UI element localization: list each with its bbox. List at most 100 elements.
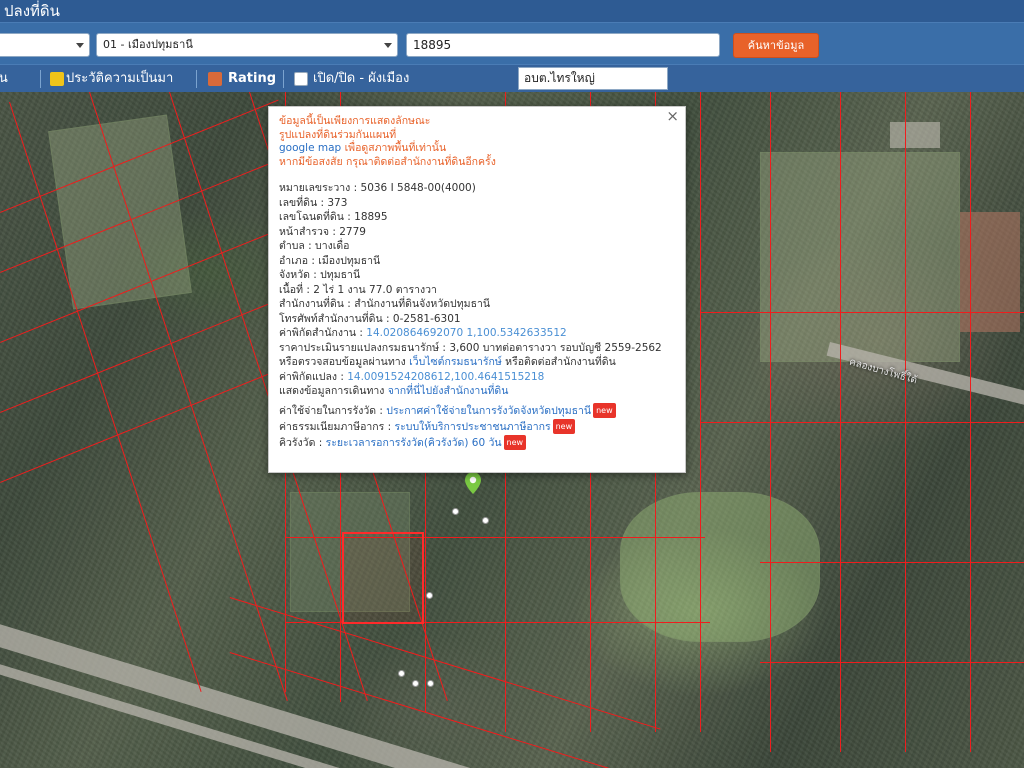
detail-label: จังหวัด : xyxy=(279,269,317,281)
search-button[interactable]: ค้นหาข้อมูล xyxy=(733,33,819,58)
google-map-link[interactable]: google map xyxy=(279,142,341,154)
detail-value: 3,600 บาทต่อตารางวา รอบบัญชี 2559-2562 xyxy=(449,341,662,354)
search-toolbar: 01 - เมืองปทุมธานี 18895 ค้นหาข้อมูล xyxy=(0,22,1024,64)
fee-label: ค่าธรรมเนียมภาษีอากร : xyxy=(279,421,392,433)
parcel-boundary xyxy=(700,312,1024,313)
detail-row: เลขโฉนดที่ดิน : 18895 xyxy=(279,210,679,225)
map-field xyxy=(760,152,960,362)
detail-row: หน้าสำรวจ : 2779 xyxy=(279,225,679,240)
route-link[interactable]: จากที่นี่ไปยังสำนักงานที่ดิน xyxy=(388,385,509,397)
detail-row: ตำบล : บางเดื่อ xyxy=(279,239,679,254)
menu-divider xyxy=(283,70,284,88)
parcel-boundary xyxy=(700,92,701,732)
detail-row-coord-parcel: ค่าพิกัดแปลง : 14.0091524208612,100.4641… xyxy=(279,370,679,385)
detail-label: หมายเลขระวาง : xyxy=(279,182,358,194)
popup-warning: ข้อมูลนี้เป็นเพียงการแสดงลักษณะ รูปแปลงท… xyxy=(279,115,674,169)
detail-label: เนื้อที่ : xyxy=(279,283,310,296)
layer-icon xyxy=(294,72,308,86)
window-title: ปลงที่ดิน xyxy=(0,0,1024,22)
detail-row-coord-office: ค่าพิกัดสำนักงาน : 14.020864692070 1,100… xyxy=(279,326,679,341)
parcel-boundary xyxy=(760,662,1024,663)
fee-link[interactable]: ประกาศค่าใช้จ่ายในการรังวัดจังหวัดปทุมธา… xyxy=(386,405,591,417)
fee-label: ค่าใช้จ่ายในการรังวัด : xyxy=(279,405,383,417)
detail-label: เลขโฉนดที่ดิน : xyxy=(279,211,351,223)
warning-line-0: ข้อมูลนี้เป็นเพียงการแสดงลักษณะ xyxy=(279,115,431,127)
parcel-info-popup: × ข้อมูลนี้เป็นเพียงการแสดงลักษณะ รูปแปล… xyxy=(268,106,686,473)
province-select[interactable] xyxy=(0,33,90,57)
detail-label: อำเภอ : xyxy=(279,254,315,267)
detail-row: สำนักงานที่ดิน : สำนักงานที่ดินจังหวัดปท… xyxy=(279,297,679,312)
parcel-number-input[interactable]: 18895 xyxy=(406,33,720,57)
popup-details: หมายเลขระวาง : 5036 I 5848-00(4000) เลขท… xyxy=(279,181,679,399)
menu-bar: ฉัน ประวัติความเป็นมา Rating เปิด/ปิด - … xyxy=(0,64,1024,92)
tree-icon xyxy=(50,72,64,86)
fee-row: ค่าธรรมเนียมภาษีอากร : ระบบให้บริการประช… xyxy=(279,419,679,435)
warning-line-2: google map เพื่อดูสภาพพื้นที่เท่านั้น xyxy=(279,142,674,156)
application-window: ปลงที่ดิน 01 - เมืองปทุมธานี 18895 ค้นหา… xyxy=(0,0,1024,768)
detail-row: หมายเลขระวาง : 5036 I 5848-00(4000) xyxy=(279,181,679,196)
detail-row-route: แสดงข้อมูลการเดินทาง จากที่นี่ไปยังสำนัก… xyxy=(279,384,679,399)
menu-item-history[interactable]: ประวัติความเป็นมา xyxy=(66,68,173,90)
detail-label: โทรศัพท์สำนักงานที่ดิน : xyxy=(279,312,390,325)
menu-item-zoning[interactable]: เปิด/ปิด - ผังเมือง xyxy=(313,68,409,90)
map-canvas[interactable]: คลองบางโพธิ์ใต้ × ข้อมูลนี้เป็นเพียงการแ… xyxy=(0,92,1024,768)
fee-row: ค่าใช้จ่ายในการรังวัด : ประกาศค่าใช้จ่าย… xyxy=(279,403,679,419)
chevron-down-icon xyxy=(76,43,84,48)
verify-suffix: หรือติดต่อสำนักงานที่ดิน xyxy=(505,356,616,368)
detail-row: เนื้อที่ : 2 ไร่ 1 งาน 77.0 ตารางวา xyxy=(279,283,679,298)
treasury-website-link[interactable]: เว็บไซต์กรมธนารักษ์ xyxy=(409,356,502,368)
detail-label: ค่าพิกัดแปลง : xyxy=(279,370,344,383)
map-building xyxy=(890,122,940,148)
warning-line-2-rest: เพื่อดูสภาพพื้นที่เท่านั้น xyxy=(341,142,447,154)
detail-label: หน้าสำรวจ : xyxy=(279,225,336,238)
detail-row: จังหวัด : ปทุมธานี xyxy=(279,268,679,283)
fee-link[interactable]: ระยะเวลารอการรังวัด(คิวรังวัด) 60 วัน xyxy=(326,437,502,449)
map-vertex xyxy=(426,592,433,599)
new-badge: new xyxy=(552,419,576,434)
detail-label: ตำบล : xyxy=(279,240,312,252)
selected-parcel xyxy=(342,532,424,624)
parcel-boundary xyxy=(700,422,1024,423)
parcel-boundary xyxy=(760,562,1024,563)
fee-link[interactable]: ระบบให้บริการประชาชนภาษีอากร xyxy=(395,421,551,433)
district-select[interactable]: 01 - เมืองปทุมธานี xyxy=(96,33,398,57)
warning-line-3: หากมีข้อสงสัย กรุณาติดต่อสำนักงานที่ดินอ… xyxy=(279,155,496,168)
detail-value: สำนักงานที่ดินจังหวัดปทุมธานี xyxy=(354,298,491,310)
detail-value: 5036 I 5848-00(4000) xyxy=(360,182,476,194)
route-label: แสดงข้อมูลการเดินทาง xyxy=(279,385,385,397)
verify-prefix: หรือตรวจสอบข้อมูลผ่านทาง xyxy=(279,356,406,368)
chevron-down-icon xyxy=(384,43,392,48)
detail-row: เลขที่ดิน : 373 xyxy=(279,196,679,211)
detail-label: ค่าพิกัดสำนักงาน : xyxy=(279,327,363,339)
detail-value: 2 ไร่ 1 งาน 77.0 ตารางวา xyxy=(313,283,437,296)
subdistrict-field[interactable]: อบต.ไทรใหญ่ xyxy=(518,67,668,90)
district-select-value: 01 - เมืองปทุมธานี xyxy=(103,38,193,51)
map-building xyxy=(960,212,1020,332)
fee-label: คิวรังวัด : xyxy=(279,437,323,449)
new-badge: new xyxy=(593,403,616,418)
detail-value: 2779 xyxy=(339,225,366,238)
detail-value: 0-2581-6301 xyxy=(392,312,461,325)
new-badge: new xyxy=(503,435,527,450)
detail-label: ราคาประเมินรายแปลงกรมธนารักษ์ : xyxy=(279,341,446,354)
detail-label: สำนักงานที่ดิน : xyxy=(279,298,351,310)
menu-divider xyxy=(40,70,41,88)
detail-value: 373 xyxy=(327,196,348,209)
detail-value: ปทุมธานี xyxy=(320,269,361,281)
map-vertex xyxy=(398,670,405,677)
detail-value: 14.0091524208612,100.4641515218 xyxy=(347,370,545,383)
map-vertex xyxy=(482,517,489,524)
detail-value: เมืองปทุมธานี xyxy=(318,254,381,267)
menu-item-rating[interactable]: Rating xyxy=(228,68,276,90)
map-vertex xyxy=(452,508,459,515)
detail-row: โทรศัพท์สำนักงานที่ดิน : 0-2581-6301 xyxy=(279,312,679,327)
detail-label: เลขที่ดิน : xyxy=(279,196,324,209)
chart-icon xyxy=(208,72,222,86)
detail-value: 14.020864692070 1,100.5342633512 xyxy=(366,327,567,339)
menu-item-0[interactable]: ฉัน xyxy=(0,68,8,90)
fee-row: คิวรังวัด : ระยะเวลารอการรังวัด(คิวรังวั… xyxy=(279,435,679,451)
map-vegetation xyxy=(620,492,820,642)
location-marker-icon[interactable] xyxy=(465,472,481,494)
popup-fees: ค่าใช้จ่ายในการรังวัด : ประกาศค่าใช้จ่าย… xyxy=(279,403,679,451)
detail-row-price: ราคาประเมินรายแปลงกรมธนารักษ์ : 3,600 บา… xyxy=(279,341,679,356)
